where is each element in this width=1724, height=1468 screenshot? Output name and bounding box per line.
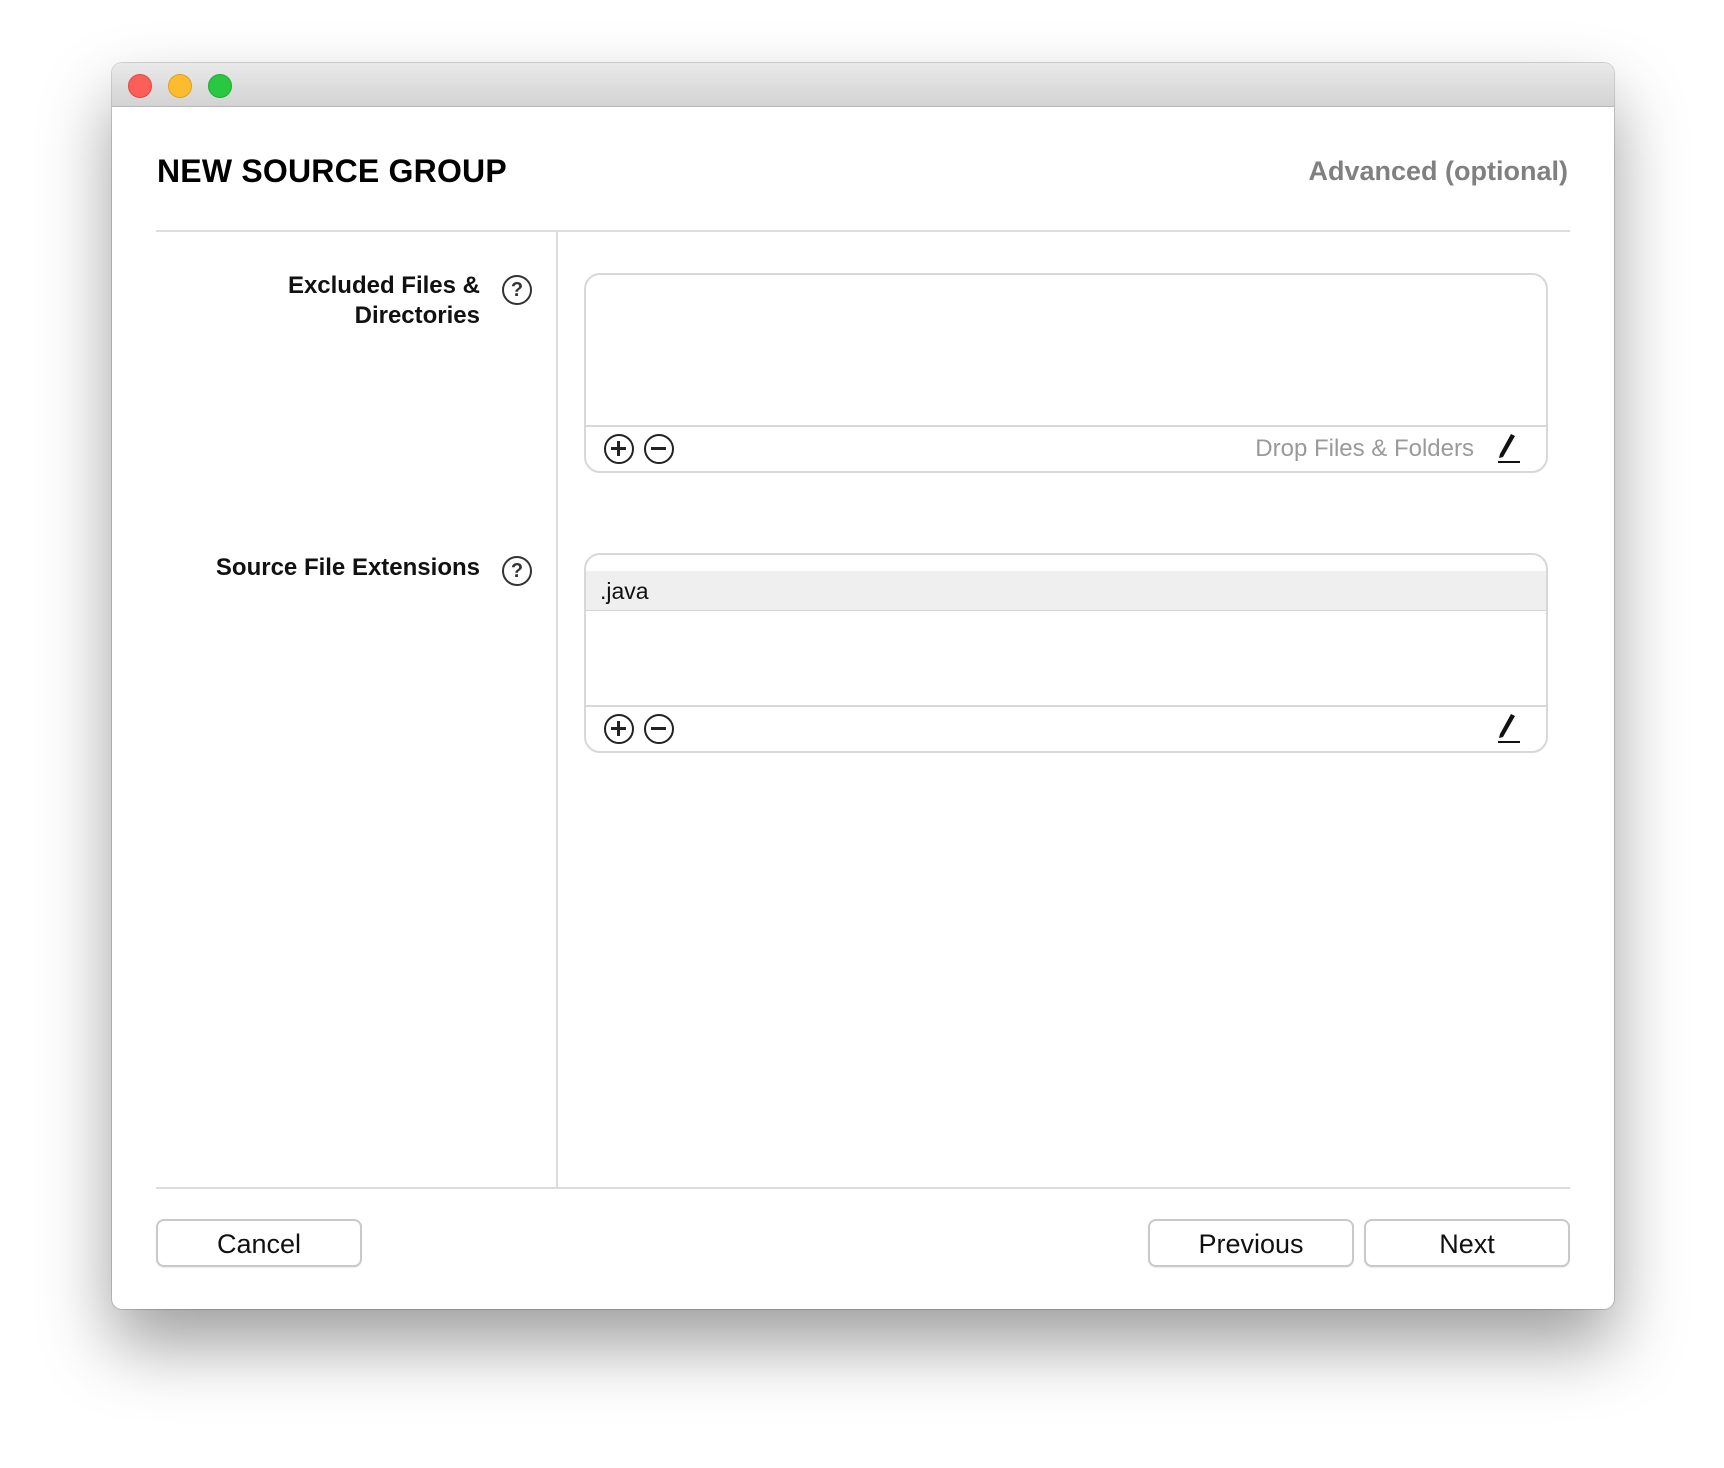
next-button[interactable]: Next [1364,1219,1570,1267]
add-icon[interactable] [604,714,634,744]
footer-divider [156,1187,1570,1189]
source-extensions-area: .java [586,555,1546,707]
pencil-icon[interactable] [1494,431,1522,465]
previous-button[interactable]: Previous [1148,1219,1354,1267]
column-divider [556,230,558,1188]
drop-files-hint: Drop Files & Folders [1255,435,1474,462]
excluded-files-list[interactable]: Drop Files & Folders [584,273,1548,473]
source-extensions-label: Source File Extensions [215,554,480,581]
title-bar [112,63,1614,107]
zoom-icon[interactable] [208,74,232,98]
step-label: Advanced (optional) [1308,156,1568,186]
add-icon[interactable] [604,434,634,464]
excluded-files-toolbar: Drop Files & Folders [586,427,1546,471]
remove-icon[interactable] [644,434,674,464]
pencil-icon[interactable] [1494,711,1522,745]
close-icon[interactable] [128,74,152,98]
help-icon[interactable]: ? [502,556,532,586]
minimize-icon[interactable] [168,74,192,98]
cancel-button[interactable]: Cancel [156,1219,362,1267]
source-extensions-list[interactable]: .java [584,553,1548,753]
remove-icon[interactable] [644,714,674,744]
header-divider [156,230,1570,232]
page-title: NEW SOURCE GROUP [157,153,507,189]
excluded-files-label: Excluded Files & Directories [287,272,480,329]
dialog-window: NEW SOURCE GROUP Advanced (optional) Exc… [112,63,1614,1309]
list-item[interactable]: .java [586,571,1546,611]
excluded-files-drop-area[interactable] [586,275,1546,427]
source-extensions-toolbar [586,707,1546,751]
help-icon[interactable]: ? [502,275,532,305]
